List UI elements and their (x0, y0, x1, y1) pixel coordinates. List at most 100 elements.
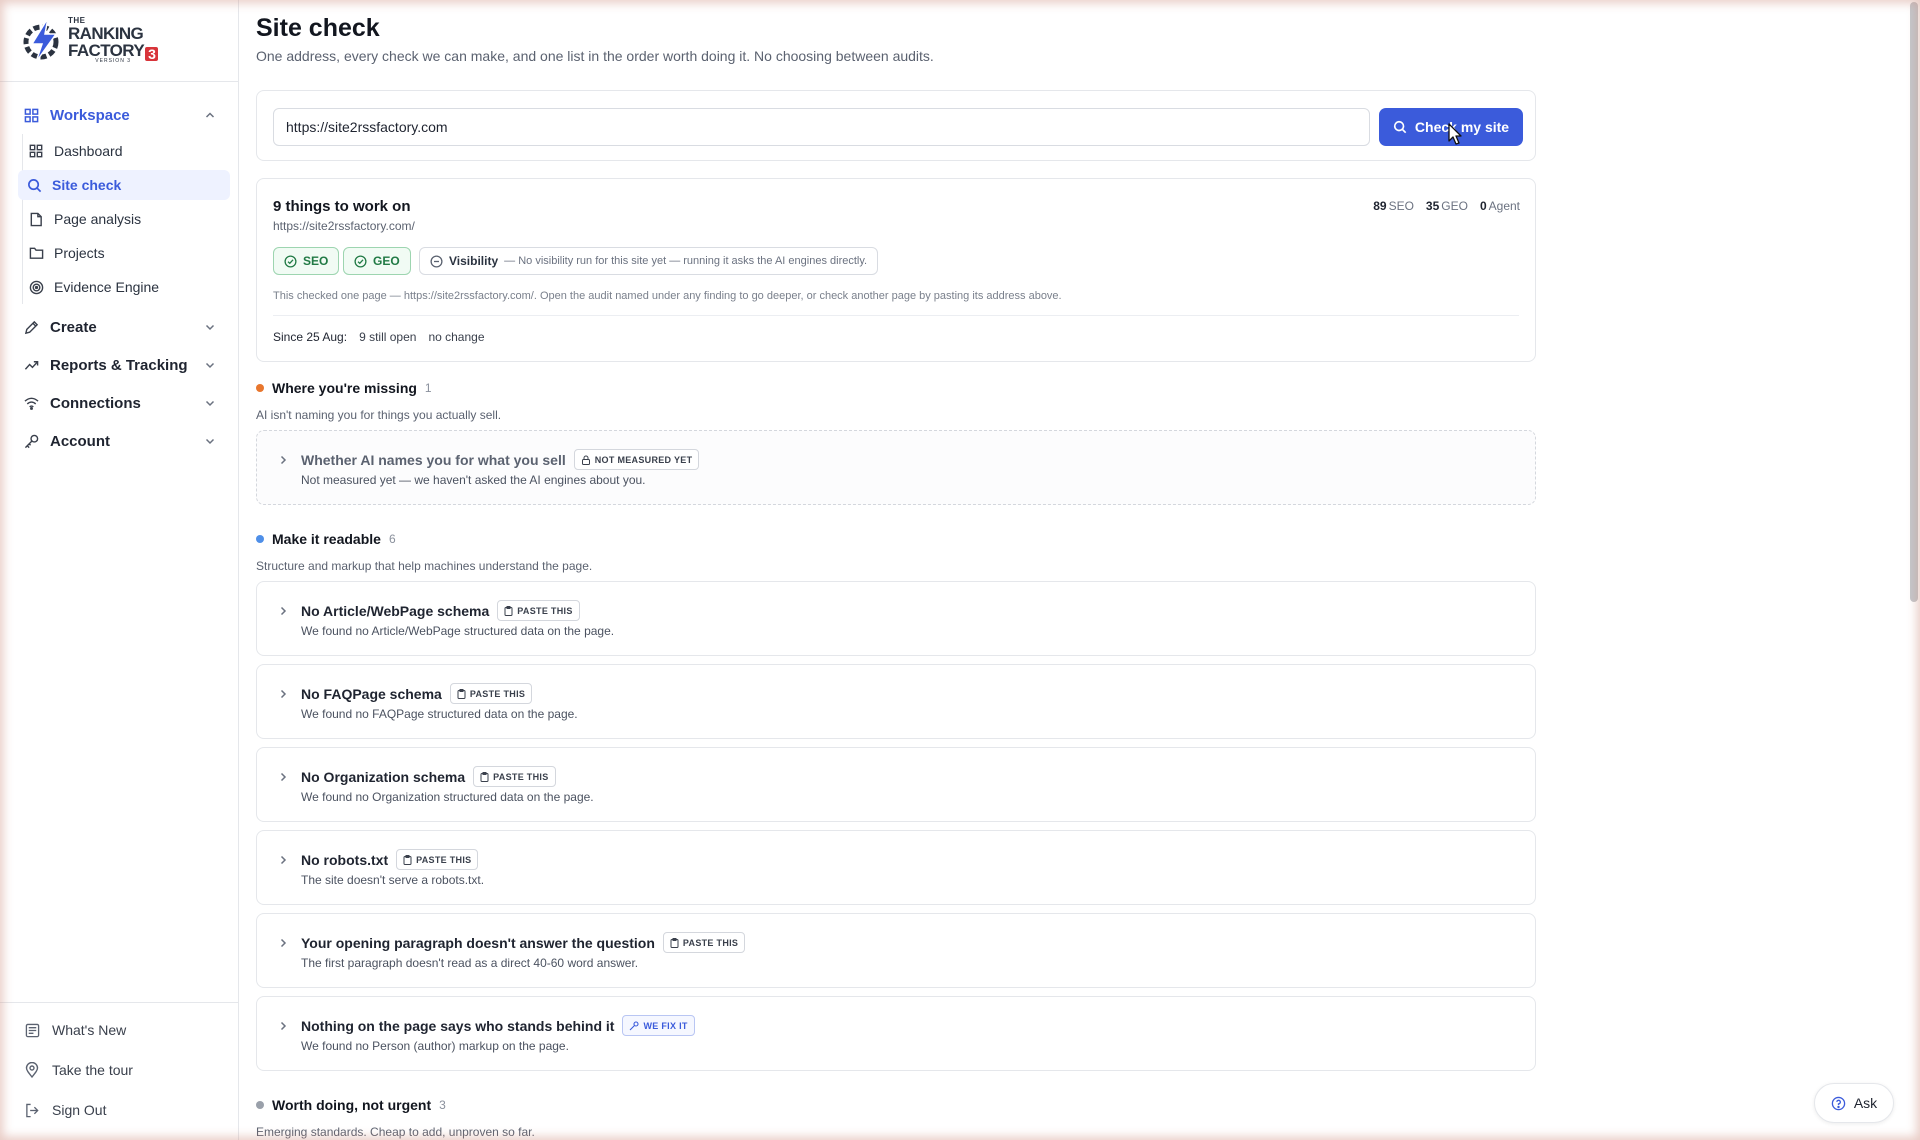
finding-desc: Not measured yet — we haven't asked the … (301, 473, 646, 487)
logo-line2: FACTORY (68, 40, 145, 60)
finding-tag: PASTE THIS (473, 766, 556, 787)
sidebar-item-label: Site check (52, 177, 122, 193)
sidebar-item-dashboard[interactable]: Dashboard (20, 136, 230, 166)
logout-icon (24, 1102, 40, 1118)
nav-group-label: Create (50, 318, 97, 336)
finding-robots-txt[interactable]: No robots.txt PASTE THIS The site doesn'… (256, 830, 1536, 905)
section-worth-heading: Worth doing, not urgent 3 (256, 1097, 446, 1113)
section-readable-desc: Structure and markup that help machines … (256, 559, 593, 573)
grid-icon (28, 143, 44, 159)
chevron-right-icon (280, 772, 287, 782)
nav-group-connections[interactable]: Connections (14, 386, 228, 420)
whats-new-link[interactable]: What's New (24, 1016, 224, 1044)
clipboard-icon (403, 854, 412, 865)
finding-desc: We found no Organization structured data… (301, 790, 594, 804)
score-seo: 89 SEO (1373, 199, 1414, 213)
since-row: Since 25 Aug: 9 still open no change (273, 330, 485, 344)
nav-group-label: Account (50, 432, 110, 450)
nav-group-create[interactable]: Create (14, 310, 228, 344)
folder-icon (28, 245, 44, 261)
chevron-right-icon (280, 455, 287, 465)
finding-title: No FAQPage schema (301, 685, 442, 702)
section-title: Where you're missing (272, 380, 417, 396)
section-missing-desc: AI isn't naming you for things you actua… (256, 408, 502, 422)
document-icon (28, 211, 44, 227)
mouse-cursor-icon (1448, 123, 1462, 145)
chart-icon (22, 356, 40, 374)
search-icon (1393, 120, 1407, 134)
finding-ai-names-you[interactable]: Whether AI names you for what you sell N… (256, 430, 1536, 505)
section-count: 1 (424, 381, 432, 395)
finding-organization-schema[interactable]: No Organization schema PASTE THIS We fou… (256, 747, 1536, 822)
chat-help-icon (1831, 1096, 1846, 1110)
finding-desc: We found no Article/WebPage structured d… (301, 624, 615, 638)
sign-out-link[interactable]: Sign Out (24, 1096, 224, 1124)
key-icon (22, 432, 40, 450)
foot-item-label: Sign Out (52, 1102, 107, 1118)
seo-pill-label: SEO (303, 254, 329, 268)
section-dot (256, 384, 264, 392)
check-circle-icon (354, 254, 367, 268)
chevron-right-icon (280, 1021, 287, 1031)
sidebar-item-label: Projects (54, 245, 105, 261)
map-pin-icon (24, 1062, 40, 1078)
geo-pill[interactable]: GEO (343, 247, 411, 275)
search-icon (26, 177, 42, 193)
brand-logo[interactable]: THE RANKING FACTORY 3 VERSION 3 (22, 12, 172, 68)
finding-desc: We found no Person (author) markup on th… (301, 1039, 569, 1053)
lock-icon (581, 455, 590, 465)
finding-opening-paragraph[interactable]: Your opening paragraph doesn't answer th… (256, 913, 1536, 988)
logo-line1: RANKING (68, 23, 144, 43)
seo-pill[interactable]: SEO (273, 247, 340, 275)
chevron-right-icon (280, 938, 287, 948)
section-missing-heading: Where you're missing 1 (256, 380, 432, 396)
summary-url: https://site2rssfactory.com/ (273, 219, 415, 233)
finding-faqpage-schema[interactable]: No FAQPage schema PASTE THIS We found no… (256, 664, 1536, 739)
finding-tag: PASTE THIS (497, 600, 580, 621)
pen-icon (22, 318, 40, 336)
chevron-right-icon (280, 689, 287, 699)
summary-note: This checked one page — https://site2rss… (273, 290, 1062, 302)
logo-number: 3 (145, 46, 159, 61)
chevron-down-icon (205, 438, 215, 445)
chevron-down-icon (205, 400, 215, 407)
sidebar-item-page-analysis[interactable]: Page analysis (20, 204, 230, 234)
sidebar-item-site-check[interactable]: Site check (18, 170, 230, 200)
nav-group-label: Reports & Tracking (50, 356, 188, 374)
nav-group-workspace[interactable]: Workspace (14, 98, 228, 132)
summary-card: 9 things to work on https://site2rssfact… (256, 178, 1536, 362)
nav-group-account[interactable]: Account (14, 424, 228, 458)
finding-author-markup[interactable]: Nothing on the page says who stands behi… (256, 996, 1536, 1071)
visibility-pill-label: Visibility (449, 254, 499, 268)
foot-item-label: What's New (52, 1022, 127, 1038)
site-url-input[interactable]: https://site2rssfactory.com (273, 108, 1370, 146)
score-geo: 35 GEO (1425, 199, 1468, 213)
finding-title: No Organization schema (301, 768, 466, 785)
ask-label: Ask (1853, 1095, 1878, 1111)
site-search-card: https://site2rssfactory.com Check my sit… (256, 90, 1536, 161)
section-count: 6 (388, 532, 396, 546)
check-circle-icon (284, 254, 297, 268)
chevron-down-icon (205, 324, 215, 331)
finding-tag: NOT MEASURED YET (573, 449, 700, 470)
take-tour-link[interactable]: Take the tour (24, 1056, 224, 1084)
nav-group-reports[interactable]: Reports & Tracking (14, 348, 228, 382)
finding-article-schema[interactable]: No Article/WebPage schema PASTE THIS We … (256, 581, 1536, 656)
finding-title: No Article/WebPage schema (301, 602, 490, 619)
visibility-note: — No visibility run for this site yet — … (504, 255, 868, 267)
page-scrollbar[interactable] (1910, 2, 1918, 602)
finding-desc: We found no FAQPage structured data on t… (301, 707, 578, 721)
clipboard-icon (670, 937, 679, 948)
foot-item-label: Take the tour (52, 1062, 133, 1078)
finding-title: Nothing on the page says who stands behi… (301, 1017, 615, 1034)
sidebar-item-evidence-engine[interactable]: Evidence Engine (20, 272, 230, 302)
sidebar-item-projects[interactable]: Projects (20, 238, 230, 268)
minus-circle-icon (430, 254, 443, 268)
section-worth-desc: Emerging standards. Cheap to add, unprov… (256, 1125, 535, 1139)
section-title: Make it readable (272, 531, 381, 547)
section-title: Worth doing, not urgent (272, 1097, 432, 1113)
ask-button[interactable]: Ask (1814, 1083, 1894, 1123)
clipboard-icon (504, 605, 513, 616)
finding-tag: PASTE THIS (662, 932, 746, 953)
visibility-pill[interactable]: Visibility — No visibility run for this … (419, 247, 879, 275)
